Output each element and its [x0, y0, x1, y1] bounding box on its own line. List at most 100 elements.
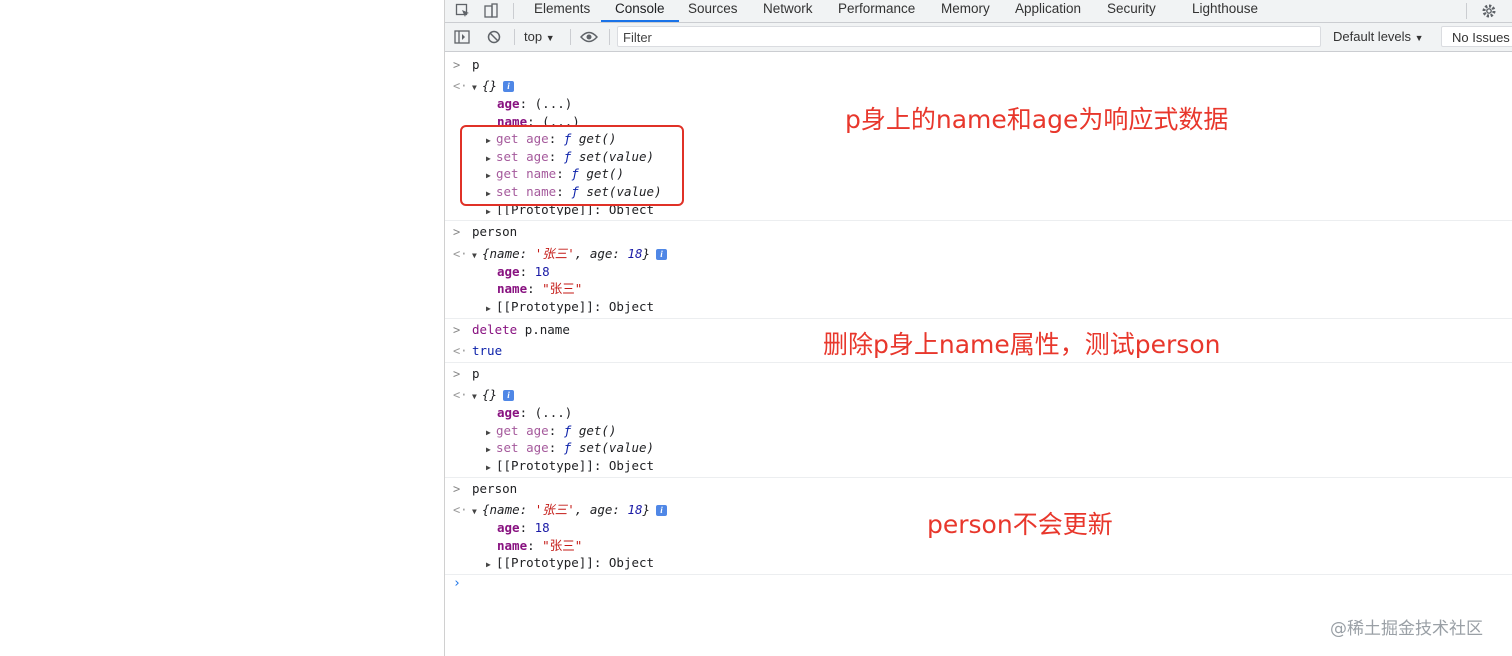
property-row: name: "张三": [497, 538, 583, 553]
page-viewport: [0, 0, 445, 656]
row-divider: [445, 220, 1512, 221]
property-key: get age: [496, 423, 549, 438]
property-key: age: [497, 520, 520, 535]
property-row: age: (...): [497, 405, 573, 420]
row-divider: [445, 477, 1512, 478]
info-icon[interactable]: i: [656, 249, 668, 260]
property-key: [[Prototype]]: [496, 555, 594, 570]
preview-key: name: [489, 502, 520, 517]
property-value[interactable]: (...): [542, 114, 580, 125]
tab-application[interactable]: Application: [1015, 0, 1081, 21]
info-icon[interactable]: i: [503, 390, 515, 401]
property-key: name: [497, 281, 528, 296]
input-prompt-icon: >: [453, 58, 461, 72]
property-key: age: [497, 96, 520, 111]
property-value: 18: [534, 520, 550, 535]
object-preview: {}: [482, 78, 498, 93]
tabbar-divider: [513, 3, 514, 19]
function-symbol: ƒ: [563, 423, 572, 438]
tab-security[interactable]: Security: [1107, 0, 1156, 21]
tab-network[interactable]: Network: [763, 0, 813, 21]
context-selector[interactable]: top ▼: [524, 23, 555, 51]
property-value: Object: [608, 555, 655, 570]
property-row: name: "张三": [497, 281, 583, 296]
property-row[interactable]: ▶ [[Prototype]]: Object: [486, 298, 654, 316]
row-divider: [445, 574, 1512, 575]
output-arrow-icon: <·: [453, 344, 468, 358]
console-prompt-icon[interactable]: ›: [453, 576, 461, 591]
tab-console[interactable]: Console: [601, 0, 679, 22]
annotation-delete: 删除p身上name属性，测试person: [823, 330, 1221, 359]
eye-icon[interactable]: [578, 26, 600, 48]
console-toolbar: top ▼ Filter Default levels ▼ No Issues: [445, 23, 1512, 52]
property-row[interactable]: ▶ [[Prototype]]: Object: [486, 457, 654, 475]
log-levels-label: Default levels: [1333, 29, 1412, 44]
property-key: name: [497, 538, 528, 553]
annotation-no-update: person不会更新: [927, 510, 1113, 539]
log-levels-dropdown[interactable]: Default levels ▼: [1333, 23, 1424, 51]
input-prompt-icon: >: [453, 323, 461, 337]
property-row: name: (...): [497, 113, 580, 125]
row-divider: [445, 318, 1512, 319]
expand-triangle-icon[interactable]: ▼: [472, 388, 482, 406]
input-prompt-icon: >: [453, 225, 461, 239]
output-arrow-icon: <·: [453, 388, 468, 402]
property-row[interactable]: ▶ set age: ƒ set(value): [486, 439, 654, 457]
input-prompt-icon: >: [453, 482, 461, 496]
property-key: name: [497, 114, 528, 125]
output-arrow-icon: <·: [453, 503, 468, 517]
property-row[interactable]: ▶ get age: ƒ get(): [486, 422, 616, 440]
property-key: [[Prototype]]: [496, 458, 594, 473]
chevron-down-icon: ▼: [1414, 33, 1424, 43]
keyword: delete: [472, 322, 518, 337]
sidebar-toggle-icon[interactable]: [451, 26, 473, 48]
preview-number: 18: [627, 246, 643, 261]
preview-key: name: [489, 246, 520, 261]
expand-triangle-icon[interactable]: ▼: [472, 79, 482, 97]
filter-input[interactable]: Filter: [617, 26, 1321, 47]
expand-triangle-icon[interactable]: ▶: [486, 556, 496, 574]
annotation-reactive: p身上的name和age为响应式数据: [845, 105, 1229, 134]
expand-triangle-icon[interactable]: ▶: [486, 300, 496, 318]
expand-triangle-icon[interactable]: ▶: [486, 459, 496, 477]
property-value: "张三": [542, 538, 583, 553]
expand-triangle-icon[interactable]: ▼: [472, 503, 482, 521]
property-key: [[Prototype]]: [496, 299, 594, 314]
clear-console-icon[interactable]: [483, 26, 505, 48]
inspect-element-icon[interactable]: [452, 0, 474, 22]
property-value: Object: [608, 458, 655, 473]
issues-button[interactable]: No Issues: [1441, 26, 1512, 47]
property-value[interactable]: (...): [535, 96, 573, 111]
property-row: age: (...): [497, 96, 573, 111]
property-key: set age: [496, 440, 549, 455]
tab-memory[interactable]: Memory: [941, 0, 990, 21]
input-expression: person: [472, 481, 518, 496]
gear-icon[interactable]: [1478, 0, 1500, 22]
output-arrow-icon: <·: [453, 79, 468, 93]
input-prompt-icon: >: [453, 367, 461, 381]
info-icon[interactable]: i: [503, 81, 515, 92]
property-value: 18: [534, 264, 550, 279]
function-signature: get(): [578, 423, 617, 438]
result-value: true: [472, 343, 503, 358]
expand-triangle-icon[interactable]: ▼: [472, 247, 482, 265]
property-value[interactable]: (...): [535, 405, 573, 420]
object-preview: {}: [482, 387, 498, 402]
toolbar-divider: [570, 29, 571, 45]
info-icon[interactable]: i: [656, 505, 668, 516]
device-toolbar-icon[interactable]: [480, 0, 502, 22]
tab-elements[interactable]: Elements: [534, 0, 590, 21]
input-expression: p: [472, 57, 480, 72]
property-key: age: [497, 264, 520, 279]
devtools-tabbar: Elements Console Sources Network Perform…: [445, 0, 1512, 23]
toolbar-divider: [514, 29, 515, 45]
property-key: age: [497, 405, 520, 420]
tab-performance[interactable]: Performance: [838, 0, 915, 21]
input-expression: person: [472, 224, 518, 239]
tab-lighthouse[interactable]: Lighthouse: [1192, 0, 1258, 21]
tab-sources[interactable]: Sources: [688, 0, 738, 21]
input-expression: p.name: [524, 322, 570, 337]
property-row: age: 18: [497, 520, 550, 535]
property-row[interactable]: ▶ [[Prototype]]: Object: [486, 554, 654, 572]
input-expression: p: [472, 366, 480, 381]
